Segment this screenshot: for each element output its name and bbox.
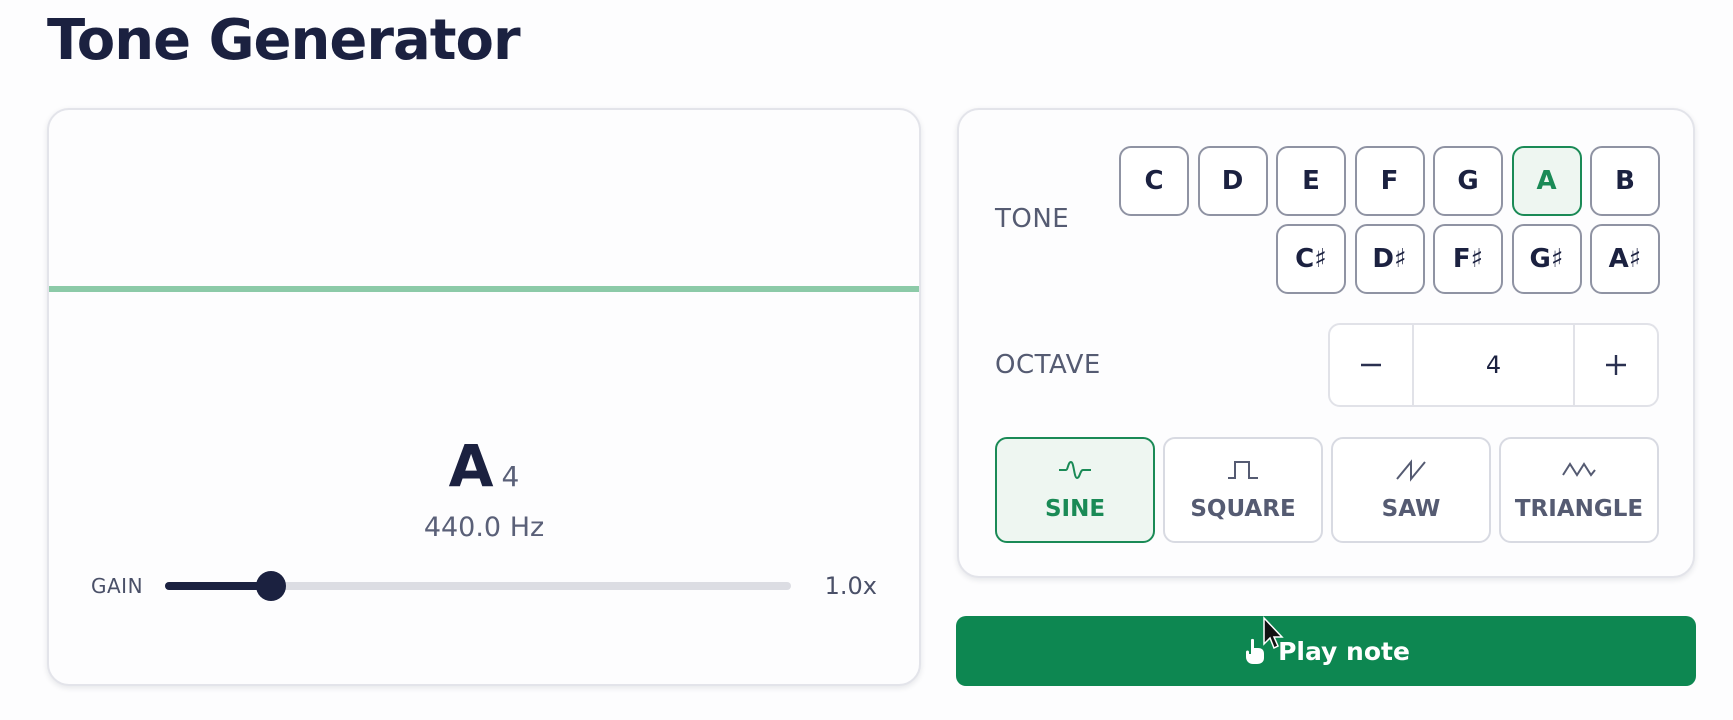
gain-label: GAIN — [91, 574, 144, 598]
gain-slider-thumb[interactable] — [256, 571, 287, 601]
note-octave: 4 — [501, 460, 520, 493]
tone-button-g-sharp[interactable]: G♯ — [1511, 224, 1582, 294]
waveform-triangle-button[interactable]: TRIANGLE — [1499, 437, 1659, 543]
note-readout: A4 — [49, 432, 919, 500]
gain-control: GAIN 1.0x — [91, 562, 877, 606]
hand-pointer-icon — [1246, 638, 1265, 664]
octave-decrement-button[interactable] — [1330, 325, 1414, 405]
octave-stepper: 4 — [1328, 323, 1659, 407]
gain-slider[interactable] — [165, 571, 791, 601]
sine-wave-icon — [1059, 460, 1091, 480]
controls-card: TONE OCTAVE 4 SINE SQUARE SAW TRIANGLE C… — [957, 108, 1695, 578]
waveform-line — [49, 286, 919, 292]
visualizer-card: A4 440.0 Hz GAIN 1.0x — [47, 108, 921, 686]
gain-value: 1.0x — [824, 572, 877, 600]
tone-button-f[interactable]: F — [1354, 146, 1425, 216]
minus-icon — [1361, 363, 1381, 367]
tone-button-d[interactable]: D — [1197, 146, 1268, 216]
waveform-saw-label: SAW — [1381, 496, 1441, 522]
tone-button-c[interactable]: C — [1119, 146, 1189, 216]
waveform-square-button[interactable]: SQUARE — [1163, 437, 1323, 543]
tone-button-b[interactable]: B — [1590, 146, 1660, 216]
play-note-button[interactable]: Play note — [956, 616, 1696, 686]
tone-button-e[interactable]: E — [1276, 146, 1346, 216]
square-wave-icon — [1228, 461, 1258, 479]
page-title: Tone Generator — [47, 8, 521, 73]
tone-button-f-sharp[interactable]: F♯ — [1433, 224, 1503, 294]
saw-wave-icon — [1396, 459, 1426, 482]
waveform-sine-button[interactable]: SINE — [995, 437, 1155, 543]
octave-increment-button[interactable] — [1573, 325, 1657, 405]
octave-value: 4 — [1485, 351, 1502, 379]
waveform-saw-button[interactable]: SAW — [1331, 437, 1491, 543]
tone-button-a[interactable]: A — [1511, 146, 1582, 216]
tone-button-a-sharp[interactable]: A♯ — [1590, 224, 1660, 294]
tone-label: TONE — [995, 204, 1070, 234]
triangle-wave-icon — [1562, 462, 1596, 477]
waveform-triangle-label: TRIANGLE — [1514, 496, 1644, 522]
tone-button-g[interactable]: G — [1433, 146, 1503, 216]
tone-button-d-sharp[interactable]: D♯ — [1354, 224, 1425, 294]
play-note-label: Play note — [1278, 636, 1410, 666]
tone-button-c-sharp[interactable]: C♯ — [1276, 224, 1346, 294]
octave-label: OCTAVE — [995, 350, 1101, 380]
frequency-readout: 440.0 Hz — [423, 512, 545, 543]
tone-generator-page: Tone Generator A4 440.0 Hz GAIN 1.0x TON… — [0, 0, 1733, 720]
waveform-sine-label: SINE — [1044, 496, 1106, 522]
plus-icon — [1606, 355, 1626, 375]
note-name: A — [448, 432, 494, 500]
waveform-square-label: SQUARE — [1190, 496, 1296, 522]
